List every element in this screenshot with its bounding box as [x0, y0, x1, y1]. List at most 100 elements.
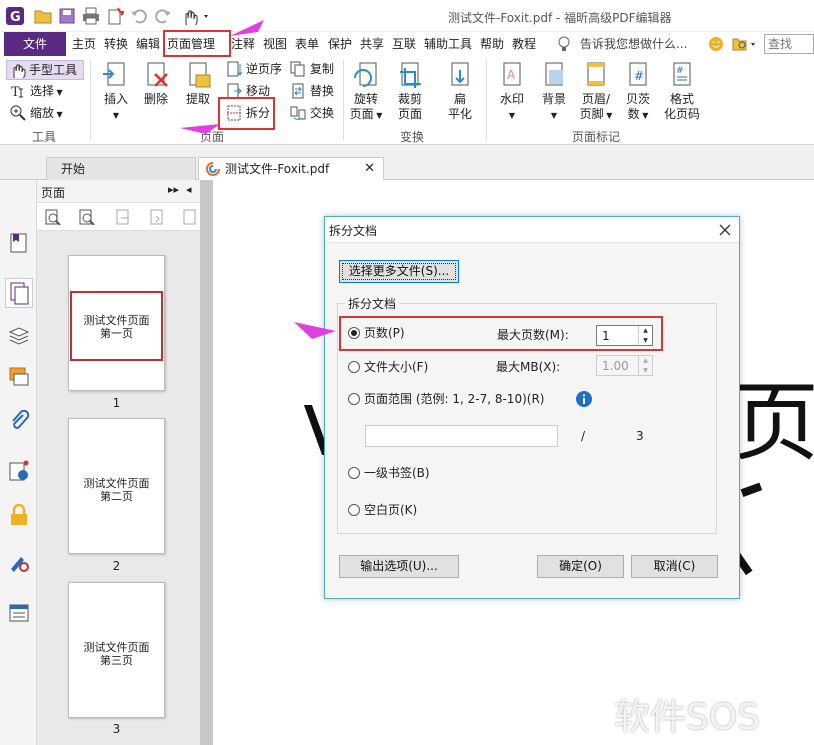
flatten-button[interactable]: 扁 平化: [442, 60, 478, 122]
open-folder-icon[interactable]: [34, 7, 52, 25]
attachments-panel-icon[interactable]: [8, 410, 30, 432]
ok-button[interactable]: 确定(O): [537, 555, 624, 578]
insert-thumb-icon[interactable]: [115, 209, 131, 225]
background-icon: [539, 60, 569, 90]
radio-dot: [348, 504, 360, 516]
new-icon[interactable]: [106, 7, 124, 25]
page-thumbnail-1[interactable]: 测试文件页面 第一页: [68, 255, 165, 391]
extract-page-icon: [183, 60, 213, 90]
background-button[interactable]: 背景 ▼: [536, 60, 572, 123]
pages-panel: 页面 ▸▸ ◂ 测试文件页面 第一页 1 测试文件页面 第二页 2 测试文件页面…: [37, 180, 200, 745]
watermark-button[interactable]: A 水印 ▼: [494, 60, 530, 123]
format-page-number-button[interactable]: # 格式 化页码: [660, 60, 704, 122]
delete-page-button[interactable]: 删除: [138, 60, 174, 107]
hand-tool-button[interactable]: 手型工具: [6, 60, 84, 80]
close-icon[interactable]: [717, 222, 733, 238]
header-footer-button[interactable]: 页眉/ 页脚 ▼: [578, 60, 614, 123]
radio-page-range[interactable]: 页面范围 (范例: 1, 2-7, 8-10)(R): [348, 392, 544, 406]
expand-panel-icon[interactable]: ▸▸: [168, 183, 179, 196]
hand-dropdown-icon[interactable]: [180, 7, 214, 25]
page-range-input[interactable]: [365, 425, 558, 447]
menu-protect[interactable]: 保护: [328, 32, 352, 56]
menu-home[interactable]: 主页: [72, 32, 96, 56]
select-tool-button[interactable]: T 选择 ▼: [10, 82, 63, 102]
replace-page-button[interactable]: 替换: [290, 82, 334, 100]
bates-button[interactable]: # 贝茨 数 ▼: [620, 60, 656, 123]
tab-document[interactable]: 测试文件-Foxit.pdf ✕: [198, 157, 384, 180]
menu-accessibility[interactable]: 辅助工具: [424, 32, 472, 56]
menu-edit[interactable]: 编辑: [136, 32, 160, 56]
hand-tool-label: 手型工具: [29, 63, 78, 77]
zoom-in-thumb-icon[interactable]: [79, 209, 95, 225]
extract-page-button[interactable]: 提取: [180, 60, 216, 107]
save-icon[interactable]: [58, 7, 76, 25]
menu-help[interactable]: 帮助: [480, 32, 504, 56]
split-button[interactable]: 拆分: [226, 104, 270, 122]
insert-page-button[interactable]: 插入 ▼: [98, 60, 134, 123]
info-icon[interactable]: [576, 391, 592, 407]
menu-connect[interactable]: 互联: [392, 32, 416, 56]
document-glyph-fragment: [737, 475, 763, 497]
content-panel-icon[interactable]: [8, 602, 30, 624]
navigation-panel-strip: [0, 180, 37, 745]
crop-label: 裁剪 页面: [397, 92, 422, 121]
reverse-pages-button[interactable]: 逆页序: [226, 60, 282, 78]
tell-me-box[interactable]: 告诉我您想做什么...: [580, 32, 687, 56]
layers-panel-icon[interactable]: [8, 324, 30, 346]
security-panel-icon[interactable]: [8, 504, 30, 526]
menu-comment[interactable]: 注释: [231, 32, 255, 56]
file-menu[interactable]: 文件: [4, 32, 66, 56]
spin-down-icon[interactable]: ▼: [638, 366, 652, 375]
tab-close-icon[interactable]: ✕: [364, 158, 375, 180]
radio-file-size[interactable]: 文件大小(F): [348, 360, 428, 374]
title-bar: G 测试文件-Foxit.pdf - 福昕高级PDF编辑器: [0, 0, 814, 32]
print-icon[interactable]: [82, 7, 100, 25]
radio-dot: [348, 467, 360, 479]
page-thumbnail-2[interactable]: 测试文件页面 第二页: [68, 418, 165, 554]
svg-text:G: G: [10, 10, 21, 25]
undo-icon[interactable]: [130, 7, 148, 25]
zoom-out-thumb-icon[interactable]: [45, 209, 61, 225]
menu-convert[interactable]: 转换: [104, 32, 128, 56]
signature-panel-icon[interactable]: [8, 460, 30, 482]
radio-top-bookmark[interactable]: 一级书签(B): [348, 466, 430, 480]
search-input[interactable]: [764, 34, 814, 54]
radio-dot: [348, 393, 360, 405]
certify-panel-icon[interactable]: [8, 550, 30, 572]
menu-page-management[interactable]: 页面管理: [167, 32, 215, 56]
replace-thumb-icon[interactable]: [149, 209, 165, 225]
panel-splitter[interactable]: [200, 180, 213, 745]
pages-panel-icon[interactable]: [5, 278, 33, 308]
crop-page-button[interactable]: 裁剪 页面: [392, 60, 428, 122]
max-mb-stepper[interactable]: 1.00 ▲ ▼: [596, 355, 653, 376]
move-page-button[interactable]: 移动: [226, 82, 270, 100]
zoom-tool-button[interactable]: 缩放 ▼: [10, 104, 63, 124]
menu-form[interactable]: 表单: [295, 32, 319, 56]
redo-icon[interactable]: [154, 7, 172, 25]
radio-blank-page[interactable]: 空白页(K): [348, 503, 417, 517]
output-options-button[interactable]: 输出选项(U)...: [339, 555, 459, 578]
copy-page-button[interactable]: 复制: [290, 60, 334, 78]
select-more-files-button[interactable]: 选择更多文件(S)...: [339, 260, 459, 283]
menu-share[interactable]: 共享: [360, 32, 384, 56]
spin-down-icon[interactable]: ▼: [638, 336, 652, 345]
bookmark-panel-icon[interactable]: [8, 232, 30, 254]
rotate-thumb-icon[interactable]: [182, 209, 198, 225]
insert-label: 插入: [103, 92, 128, 106]
page-thumbnail-3[interactable]: 测试文件页面 第三页: [68, 582, 165, 718]
spin-up-icon[interactable]: ▲: [638, 356, 652, 365]
rotate-page-button[interactable]: 旋转 页面 ▼: [348, 60, 384, 123]
collapse-panel-icon[interactable]: ◂: [186, 183, 192, 196]
max-pages-stepper[interactable]: 1 ▲ ▼: [596, 325, 653, 346]
radio-page-count[interactable]: 页数(P): [348, 326, 405, 340]
search-folder-icon[interactable]: [732, 36, 758, 52]
split-label: 拆分: [246, 106, 271, 120]
feedback-smile-icon[interactable]: [708, 36, 724, 52]
menu-tutorial[interactable]: 教程: [512, 32, 536, 56]
menu-view[interactable]: 视图: [263, 32, 287, 56]
comments-panel-icon[interactable]: [8, 366, 30, 388]
swap-page-button[interactable]: 交换: [290, 104, 334, 122]
tab-start[interactable]: 开始: [46, 157, 196, 180]
spin-up-icon[interactable]: ▲: [638, 326, 652, 335]
cancel-button[interactable]: 取消(C): [631, 555, 718, 578]
